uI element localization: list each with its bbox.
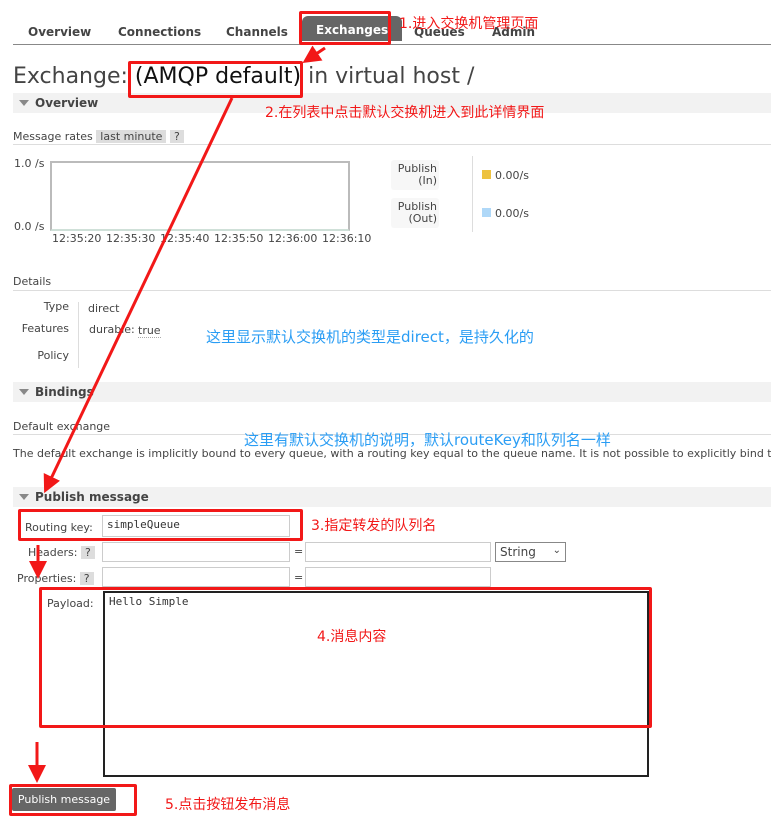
arrow-icon xyxy=(43,97,234,494)
annotation-arrows xyxy=(28,45,326,783)
arrow-icon xyxy=(302,45,326,63)
